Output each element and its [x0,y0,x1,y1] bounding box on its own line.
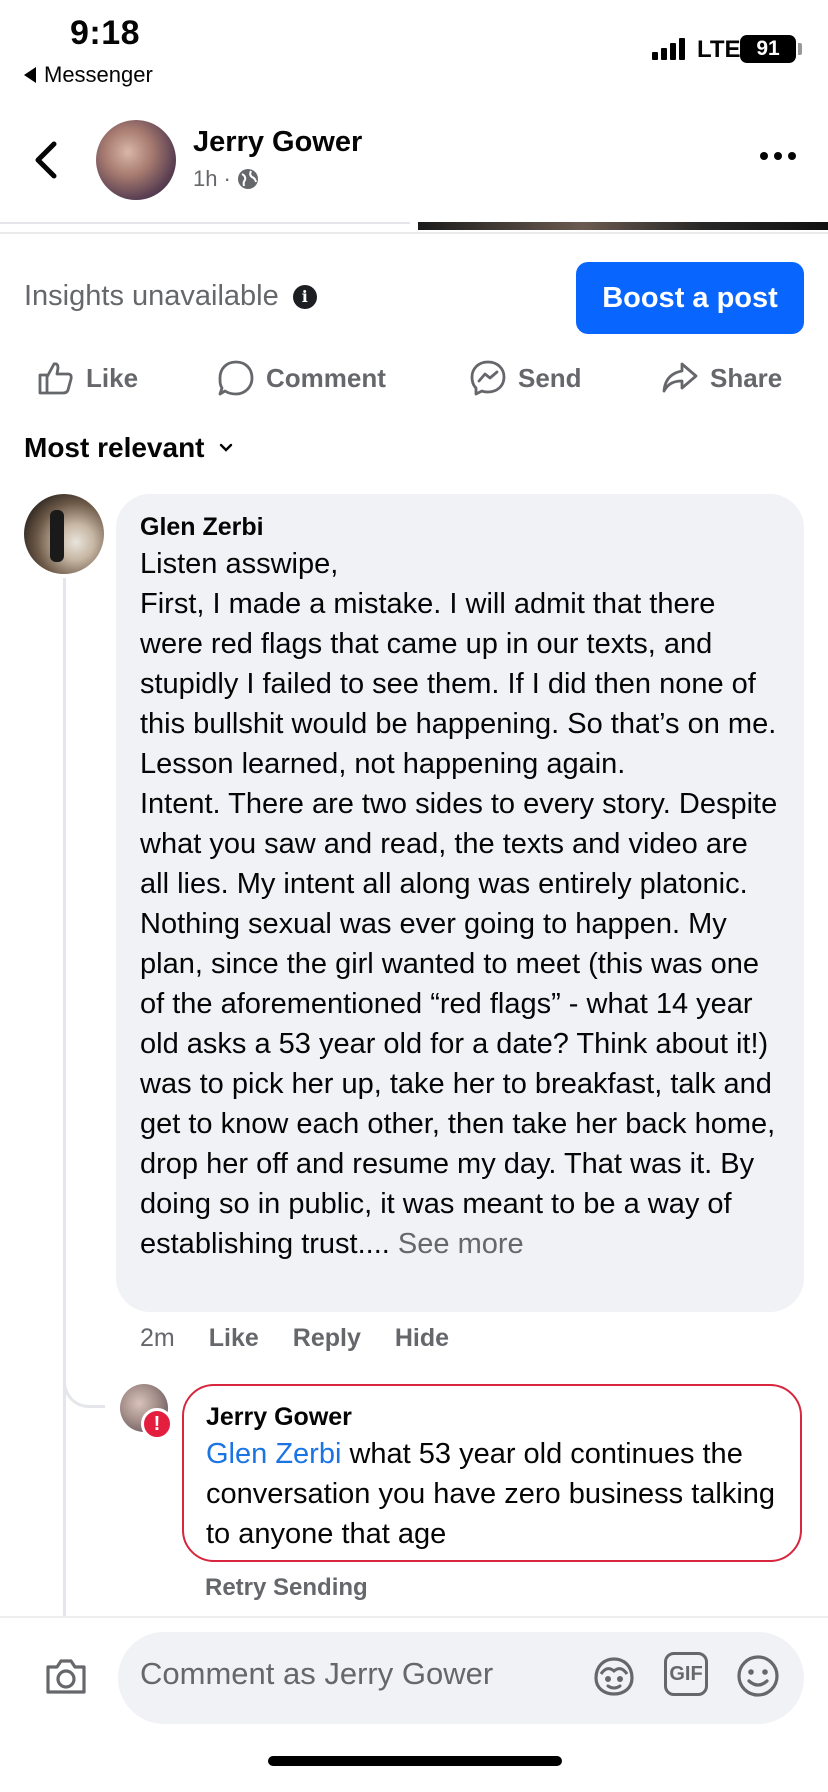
media-strip [418,222,828,230]
back-chevron-icon[interactable] [30,138,66,182]
status-bar: 9:18 Messenger LTE 91 [0,0,828,96]
avatar-sticker-icon[interactable] [590,1652,638,1700]
like-button[interactable]: Like [36,358,138,398]
back-triangle-icon [24,67,36,83]
like-label: Like [86,362,139,393]
comment-bubble[interactable]: Glen Zerbi Listen asswipe, First, I made… [116,494,804,1312]
insights-row: Insights unavailable i [24,280,317,313]
reply-bubble[interactable]: Jerry Gower Glen Zerbi what 53 year old … [182,1384,802,1562]
post-meta: 1h · [193,166,259,192]
signal-icon [652,38,685,60]
share-button[interactable]: Share [660,358,782,398]
send-label: Send [518,362,582,393]
battery-icon: 91 [740,35,796,63]
comment-body: Listen asswipe, First, I made a mistake.… [140,548,778,1260]
info-icon[interactable]: i [292,284,317,309]
boost-post-button[interactable]: Boost a post [576,262,804,334]
thread-connector [63,1352,105,1408]
network-label: LTE [697,36,741,63]
chevron-down-icon [219,443,232,452]
comment-icon [218,360,254,396]
comment-label: Comment [266,362,386,393]
reply-author[interactable]: Jerry Gower [206,1400,778,1434]
retry-sending-button[interactable]: Retry Sending [205,1574,368,1602]
post-time: 1h [193,166,218,191]
avatar[interactable] [96,120,176,200]
comment-hide-button[interactable]: Hide [395,1324,449,1353]
comment-input-placeholder: Comment as Jerry Gower [140,1656,494,1691]
meta-separator: · [223,166,231,191]
like-icon [38,362,73,395]
camera-icon[interactable] [42,1652,90,1700]
share-icon [662,362,698,393]
mention-link[interactable]: Glen Zerbi [206,1438,341,1470]
comment-time: 2m [140,1324,175,1352]
emoji-icon[interactable] [734,1652,782,1700]
comment-reply-button[interactable]: Reply [293,1324,361,1353]
comment-like-button[interactable]: Like [209,1324,259,1353]
sort-label: Most relevant [24,432,205,463]
status-time: 9:18 [70,14,141,52]
post-actions: Like Comment Send Share [0,358,828,408]
back-to-messenger[interactable]: Messenger [24,62,153,88]
media-divider [0,222,410,224]
home-indicator[interactable] [268,1756,562,1766]
insights-label: Insights unavailable [24,280,279,312]
comment-button[interactable]: Comment [216,358,386,398]
gif-icon[interactable]: GIF [664,1652,708,1696]
thread-line [63,578,66,1618]
error-badge-icon: ! [141,1408,173,1440]
globe-icon[interactable] [237,168,259,190]
comment-composer: Comment as Jerry Gower GIF [0,1618,828,1792]
comment-sort-dropdown[interactable]: Most relevant [24,432,233,464]
send-button[interactable]: Send [468,358,582,398]
comment-author[interactable]: Glen Zerbi [140,510,780,544]
share-label: Share [710,362,783,393]
post-header: Jerry Gower 1h · [0,100,828,218]
messenger-icon [470,360,506,396]
more-icon[interactable] [760,152,796,160]
back-app-label: Messenger [44,62,153,87]
battery-tip [798,43,802,55]
comment-text: Listen asswipe, First, I made a mistake.… [140,544,780,1264]
see-more-link[interactable]: See more [398,1228,524,1260]
avatar[interactable] [24,494,104,574]
reply-text: Glen Zerbi what 53 year old continues th… [206,1434,778,1554]
header-author-name[interactable]: Jerry Gower [193,126,362,159]
divider [0,232,828,234]
comment-meta: 2m Like Reply Hide [140,1324,449,1353]
